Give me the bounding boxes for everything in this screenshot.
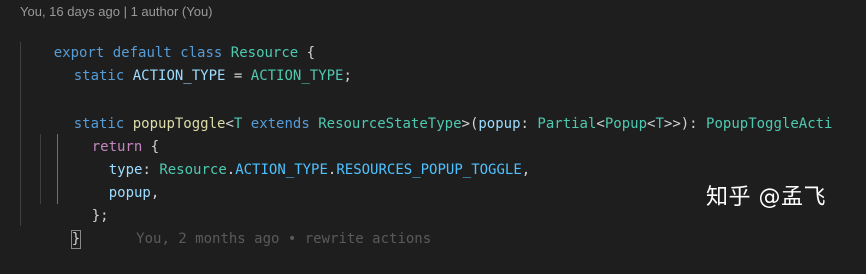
punctuation: < — [225, 116, 234, 132]
type-parameter: T — [233, 116, 243, 132]
inline-git-blame[interactable]: You, 2 months ago • rewrite actions — [136, 231, 431, 247]
code-line[interactable]: } You, 2 months ago • rewrite actions — [38, 205, 431, 249]
punctuation: >( — [461, 116, 479, 132]
punctuation: < — [596, 116, 605, 132]
code-line[interactable]: static ACTION_TYPE = ACTION_TYPE; — [40, 42, 352, 84]
punctuation: . — [226, 162, 236, 178]
punctuation: >>): — [663, 116, 698, 132]
watermark-text: 知乎 @孟飞 — [706, 185, 826, 210]
git-blame-codelens[interactable]: You, 16 days ago | 1 author (You) — [20, 4, 213, 19]
punctuation: : — [520, 116, 529, 132]
param-type: Partial — [537, 116, 597, 132]
code-line[interactable]: }; — [58, 182, 109, 224]
keyword-extends: extends — [250, 116, 310, 132]
punctuation: , — [150, 185, 160, 201]
code-line[interactable]: export default class Resource { — [20, 19, 315, 61]
operator: = — [233, 68, 243, 84]
code-editor[interactable]: You, 16 days ago | 1 author (You) export… — [0, 0, 866, 249]
code-line[interactable]: static popupToggle<T extends ResourceSta… — [40, 90, 833, 132]
keyword-static: static — [73, 68, 125, 84]
parameter-name: popup — [478, 116, 521, 132]
object-reference: Resource — [159, 162, 227, 178]
punctuation: , — [521, 162, 531, 178]
property-name: ACTION_TYPE — [132, 68, 226, 84]
type-parameter: T — [655, 116, 664, 132]
object-key: popup — [108, 185, 151, 201]
code-line[interactable]: popup, — [75, 159, 160, 201]
code-line[interactable]: type: Resource.ACTION_TYPE.RESOURCES_POP… — [75, 136, 531, 178]
param-type-inner: Popup — [604, 116, 648, 132]
return-type: PopupToggleActi — [706, 116, 833, 132]
semicolon: ; — [343, 68, 352, 84]
constant-member: ACTION_TYPE — [235, 162, 328, 178]
code-line[interactable]: return { — [58, 113, 159, 155]
type-constraint: ResourceStateType — [318, 116, 462, 132]
constant-member: RESOURCES_POPUP_TOGGLE — [336, 162, 522, 178]
identifier-value: ACTION_TYPE — [250, 68, 344, 84]
